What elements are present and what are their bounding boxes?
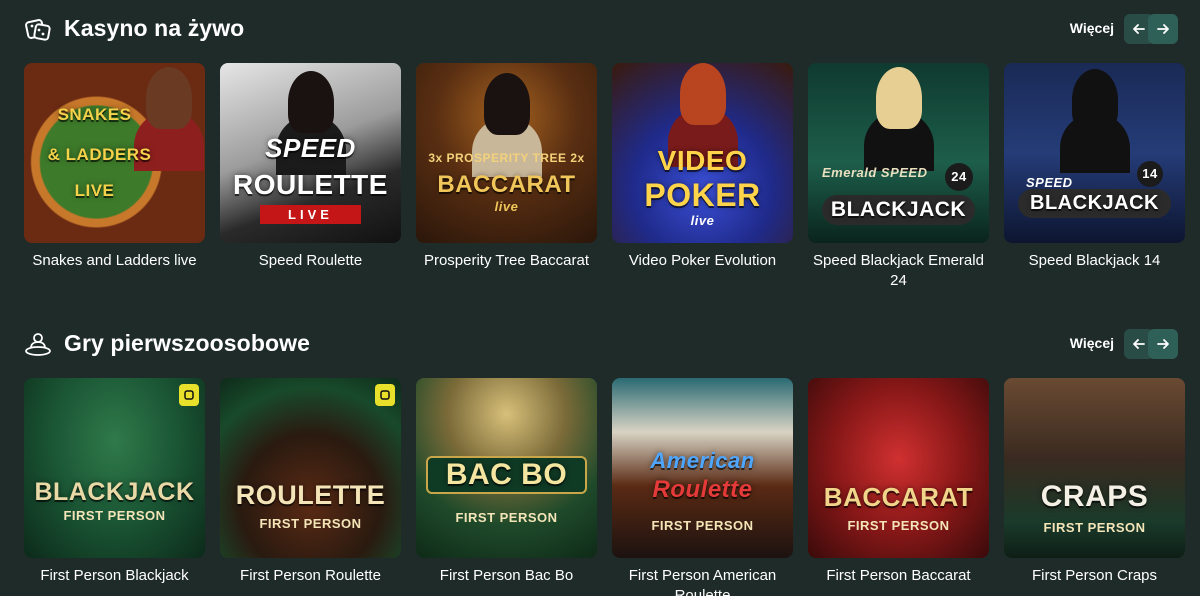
- game-card-speed-blackjack-emerald-24[interactable]: Emerald SPEED BLACKJACK 24 Speed Blackja…: [808, 63, 989, 291]
- thumb-subtitle: LIVE: [260, 205, 361, 224]
- game-thumbnail[interactable]: BAC BO FIRST PERSON: [416, 378, 597, 558]
- thumb-title-line: SNAKES: [57, 105, 132, 124]
- game-thumbnail[interactable]: ROULETTE FIRST PERSON: [220, 378, 401, 558]
- first-person-icon: [24, 331, 52, 359]
- game-card-video-poker[interactable]: VIDEO POKER live Video Poker Evolution: [612, 63, 793, 271]
- arrow-right-icon: [1157, 339, 1169, 349]
- section-title: Kasyno na żywo: [64, 15, 245, 41]
- game-title[interactable]: First Person Blackjack: [24, 566, 205, 586]
- arrow-left-icon: [1133, 24, 1145, 34]
- carousel-next-button[interactable]: [1148, 14, 1178, 44]
- game-card-prosperity-tree-baccarat[interactable]: 3x PROSPERITY TREE 2x BACCARAT live Pros…: [416, 63, 597, 271]
- thumb-title-line: POKER: [644, 177, 761, 213]
- section-header: Kasyno na żywo Więcej: [24, 14, 1178, 46]
- thumb-title-line: BLACKJACK: [822, 195, 975, 225]
- game-card-first-person-american-roulette[interactable]: American Roulette FIRST PERSON First Per…: [612, 378, 793, 596]
- first-person-badge-icon: [375, 384, 395, 406]
- game-thumbnail[interactable]: SPEED ROULETTE LIVE: [220, 63, 401, 243]
- thumb-title-line: BACCARAT: [437, 171, 576, 198]
- thumb-title-line: BAC BO: [426, 456, 587, 494]
- section-title: Gry pierwszoosobowe: [64, 330, 311, 356]
- thumb-title-line: CRAPS: [1040, 480, 1149, 513]
- game-carousel: SNAKES & LADDERS LIVE Snakes and Ladders…: [24, 63, 1185, 303]
- game-thumbnail[interactable]: CRAPS FIRST PERSON: [1004, 378, 1185, 558]
- dealer-image: [1059, 69, 1130, 173]
- thumb-title-line: BLACKJACK: [1018, 189, 1171, 218]
- thumb-subtitle: FIRST PERSON: [651, 518, 754, 533]
- game-title[interactable]: First Person Baccarat: [808, 566, 989, 586]
- game-carousel: BLACKJACK FIRST PERSON First Person Blac…: [24, 378, 1185, 596]
- thumb-title-line: SPEED: [265, 133, 356, 163]
- thumb-title-line: American: [650, 448, 755, 473]
- thumb-subtitle: FIRST PERSON: [259, 516, 362, 531]
- game-title[interactable]: Video Poker Evolution: [612, 251, 793, 271]
- game-card-first-person-baccarat[interactable]: BACCARAT FIRST PERSON First Person Bacca…: [808, 378, 989, 586]
- thumb-title-line: & LADDERS: [47, 145, 152, 164]
- game-card-speed-blackjack-14[interactable]: SPEED BLACKJACK 14 Speed Blackjack 14: [1004, 63, 1185, 271]
- game-thumbnail[interactable]: BACCARAT FIRST PERSON: [808, 378, 989, 558]
- game-title[interactable]: First Person Craps: [1004, 566, 1185, 586]
- thumb-title-line: BLACKJACK: [34, 478, 195, 506]
- thumb-title-line: VIDEO: [657, 145, 748, 176]
- thumb-title-line: Roulette: [652, 476, 753, 503]
- thumb-title-line: ROULETTE: [235, 480, 386, 510]
- dice-icon: [24, 16, 52, 44]
- thumb-title-line: BACCARAT: [823, 482, 974, 512]
- game-card-first-person-blackjack[interactable]: BLACKJACK FIRST PERSON First Person Blac…: [24, 378, 205, 586]
- game-card-snakes-and-ladders[interactable]: SNAKES & LADDERS LIVE Snakes and Ladders…: [24, 63, 205, 271]
- thumb-subtitle: FIRST PERSON: [455, 510, 558, 525]
- game-thumbnail[interactable]: SPEED BLACKJACK 14: [1004, 63, 1185, 243]
- game-thumbnail[interactable]: BLACKJACK FIRST PERSON: [24, 378, 205, 558]
- more-link[interactable]: Więcej: [1070, 20, 1114, 36]
- arrow-left-icon: [1133, 339, 1145, 349]
- game-title[interactable]: First Person American Roulette: [612, 566, 793, 596]
- carousel-next-button[interactable]: [1148, 329, 1178, 359]
- dealer-image: [863, 67, 934, 171]
- section-header: Gry pierwszoosobowe Więcej: [24, 329, 1178, 361]
- game-card-first-person-bac-bo[interactable]: BAC BO FIRST PERSON First Person Bac Bo: [416, 378, 597, 586]
- game-title[interactable]: Snakes and Ladders live: [24, 251, 205, 271]
- thumb-subtitle: FIRST PERSON: [63, 508, 166, 523]
- game-thumbnail[interactable]: VIDEO POKER live: [612, 63, 793, 243]
- game-card-first-person-craps[interactable]: CRAPS FIRST PERSON First Person Craps: [1004, 378, 1185, 586]
- thumb-title-line: 3x PROSPERITY TREE 2x: [428, 151, 585, 165]
- game-title[interactable]: Speed Blackjack 14: [1004, 251, 1185, 271]
- arrow-right-icon: [1157, 24, 1169, 34]
- thumb-subtitle: FIRST PERSON: [847, 518, 950, 533]
- table-number-badge: 24: [945, 163, 973, 191]
- thumb-title-line: LIVE: [74, 181, 115, 200]
- game-title[interactable]: Prosperity Tree Baccarat: [416, 251, 597, 271]
- thumb-subtitle: FIRST PERSON: [1043, 520, 1146, 535]
- game-thumbnail[interactable]: 3x PROSPERITY TREE 2x BACCARAT live: [416, 63, 597, 243]
- thumb-subtitle: live: [690, 213, 715, 228]
- game-title[interactable]: Speed Blackjack Emerald 24: [808, 251, 989, 291]
- game-title[interactable]: First Person Bac Bo: [416, 566, 597, 586]
- game-title[interactable]: Speed Roulette: [220, 251, 401, 271]
- thumb-title-line: ROULETTE: [233, 169, 388, 200]
- game-thumbnail[interactable]: SNAKES & LADDERS LIVE: [24, 63, 205, 243]
- table-number-badge: 14: [1137, 161, 1163, 187]
- game-card-first-person-roulette[interactable]: ROULETTE FIRST PERSON First Person Roule…: [220, 378, 401, 586]
- game-thumbnail[interactable]: Emerald SPEED BLACKJACK 24: [808, 63, 989, 243]
- thumb-subtitle: live: [494, 199, 519, 214]
- more-link[interactable]: Więcej: [1070, 335, 1114, 351]
- game-title[interactable]: First Person Roulette: [220, 566, 401, 586]
- game-thumbnail[interactable]: American Roulette FIRST PERSON: [612, 378, 793, 558]
- game-card-speed-roulette[interactable]: SPEED ROULETTE LIVE Speed Roulette: [220, 63, 401, 271]
- first-person-badge-icon: [179, 384, 199, 406]
